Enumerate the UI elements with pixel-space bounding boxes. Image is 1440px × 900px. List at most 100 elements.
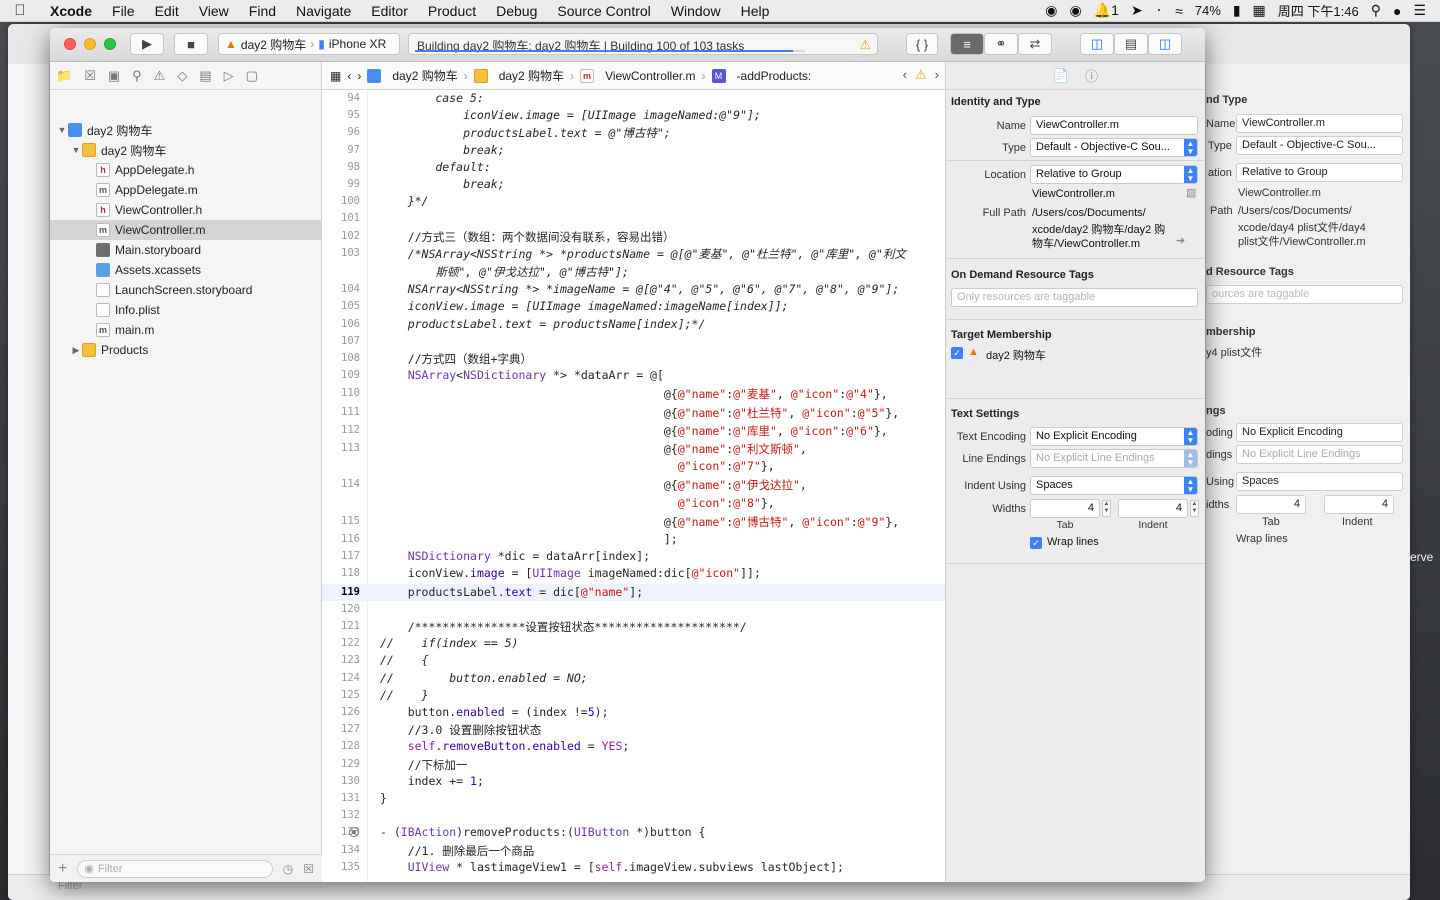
navigator-item[interactable]: ▼ day2 购物车 xyxy=(50,140,322,160)
toggle-debug-button[interactable]: ▤ xyxy=(1114,33,1148,55)
menu-navigate[interactable]: Navigate xyxy=(286,3,361,19)
code-line[interactable]: 109 NSArray<NSDictionary *> *dataArr = @… xyxy=(322,367,945,385)
folder-icon[interactable]: 📁 xyxy=(56,68,72,84)
stop-button[interactable]: ■ xyxy=(174,33,208,55)
wifi-icon[interactable]: ≈ xyxy=(1175,3,1183,19)
navigator-item[interactable]: ▼ day2 购物车 xyxy=(50,120,322,140)
code-line[interactable]: 127 //3.0 设置删除按钮状态 xyxy=(322,721,945,738)
menu-find[interactable]: Find xyxy=(239,3,286,19)
code-line[interactable]: 斯顿", @"伊戈达拉", @"博古特"]; xyxy=(322,263,945,281)
navigator-item[interactable]: Info.plist xyxy=(50,300,322,320)
code-line[interactable]: 110 @{@"name":@"麦基", @"icon":@"4"}, xyxy=(322,385,945,403)
resource-tags-field[interactable]: Only resources are taggable xyxy=(951,288,1198,307)
text-encoding-select[interactable]: No Explicit Encoding ▲ ▼ xyxy=(1030,427,1198,446)
zoom-button[interactable] xyxy=(104,38,116,50)
tab-width-field[interactable]: 4 xyxy=(1030,499,1100,518)
navigator-item[interactable]: LaunchScreen.storyboard xyxy=(50,280,322,300)
siri-icon[interactable]: ● xyxy=(1393,3,1401,19)
spotlight-search-icon[interactable]: ⚲ xyxy=(1371,2,1381,19)
reveal-in-finder-icon[interactable]: ➜ xyxy=(1176,234,1185,247)
code-line[interactable]: 94 case 5: xyxy=(322,90,945,107)
menu-source-control[interactable]: Source Control xyxy=(547,3,660,19)
clock[interactable]: 周四 下午1:46 xyxy=(1278,1,1359,20)
apple-menu-icon[interactable]:  xyxy=(0,2,40,19)
scm-filter-icon[interactable]: ☒ xyxy=(303,862,314,876)
navigator-item[interactable]: h ViewController.h xyxy=(50,200,322,220)
warning-icon[interactable]: ⚠ xyxy=(859,37,871,53)
menu-debug[interactable]: Debug xyxy=(486,3,547,19)
add-icon[interactable]: + xyxy=(58,860,67,878)
notification-icon[interactable]: 🔔1 xyxy=(1094,2,1119,19)
code-area[interactable]: 94 case 5: 95 iconView.image = [UIImage i… xyxy=(322,90,945,882)
code-line[interactable]: 121 /****************设置按钮状态*************… xyxy=(322,618,945,635)
code-line[interactable]: 125 // } xyxy=(322,687,945,704)
code-line[interactable]: 133- (IBAction)removeProducts:(UIButton … xyxy=(322,824,945,841)
test-icon[interactable]: ◇ xyxy=(177,68,187,84)
folder-icon[interactable]: ▧ xyxy=(1186,186,1196,199)
code-line[interactable]: 116 ]; xyxy=(322,531,945,548)
minimize-button[interactable] xyxy=(84,38,96,50)
code-line[interactable]: 129 //下标加一 xyxy=(322,756,945,773)
code-line[interactable]: 117 NSDictionary *dic = dataArr[index]; xyxy=(322,548,945,565)
menu-editor[interactable]: Editor xyxy=(361,3,418,19)
line-endings-select[interactable]: No Explicit Line Endings ▲ ▼ xyxy=(1030,449,1198,468)
forward-arrow-icon[interactable]: › xyxy=(357,69,361,83)
issue-icon[interactable]: ⚠ xyxy=(154,68,166,84)
code-line[interactable]: 124 // button.enabled = NO; xyxy=(322,670,945,687)
scheme-selector[interactable]: ▲ day2 购物车 › ▮ iPhone XR xyxy=(218,33,400,55)
indent-width-field[interactable]: 4 xyxy=(1118,499,1188,518)
navigator-item[interactable]: Main.storyboard xyxy=(50,240,322,260)
code-line[interactable]: 128 self.removeButton.enabled = YES; xyxy=(322,738,945,755)
related-items-icon[interactable]: ▦ xyxy=(330,69,341,83)
run-button[interactable]: ▶ xyxy=(130,33,164,55)
navigator-item[interactable]: m ViewController.m xyxy=(50,220,322,240)
menu-app-name[interactable]: Xcode xyxy=(40,3,102,19)
next-issue-icon[interactable]: › xyxy=(935,67,939,83)
code-line[interactable]: 100 }*/ xyxy=(322,193,945,210)
menu-edit[interactable]: Edit xyxy=(145,3,189,19)
crumb-group[interactable]: day2 购物车 xyxy=(499,67,564,84)
crumb-file[interactable]: ViewController.m xyxy=(605,69,695,83)
code-line[interactable]: 123 // { xyxy=(322,652,945,669)
library-button[interactable]: { } xyxy=(906,33,938,55)
version-editor-button[interactable]: ⇄ xyxy=(1018,33,1052,55)
battery-icon[interactable]: ▮ xyxy=(1233,2,1241,19)
code-line[interactable]: 115 @{@"name":@"博古特", @"icon":@"9"}, xyxy=(322,513,945,531)
tab-width-stepper[interactable]: ▲ ▼ xyxy=(1102,500,1111,517)
disclosure-open-icon[interactable]: ▼ xyxy=(56,125,68,135)
close-button[interactable] xyxy=(64,38,76,50)
code-line[interactable]: 126 button.enabled = (index !=5); xyxy=(322,704,945,721)
source-control-icon[interactable]: ☒ xyxy=(84,68,96,84)
report-icon[interactable]: ▢ xyxy=(246,68,258,84)
input-method-icon[interactable]: ▦ xyxy=(1253,2,1266,19)
code-line[interactable]: 101 xyxy=(322,210,945,227)
wrap-lines-checkbox[interactable]: ✓ xyxy=(1030,537,1042,549)
menu-product[interactable]: Product xyxy=(418,3,486,19)
navigator-item[interactable]: m AppDelegate.m xyxy=(50,180,322,200)
navigator-item[interactable]: h AppDelegate.h xyxy=(50,160,322,180)
code-line[interactable]: 134 //1. 删除最后一个商品 xyxy=(322,842,945,859)
location-select[interactable]: Relative to Group ▲ ▼ xyxy=(1030,165,1198,184)
disclosure-open-icon[interactable]: ▼ xyxy=(70,145,82,155)
previous-issue-icon[interactable]: ‹ xyxy=(903,67,907,83)
navigator-item[interactable]: ▶ Products xyxy=(50,340,322,360)
code-line[interactable]: @"icon":@"7"}, xyxy=(322,458,945,476)
code-line[interactable]: 96 productsLabel.text = @"博古特"; xyxy=(322,124,945,141)
code-line[interactable]: 118 iconView.image = [UIImage imageNamed… xyxy=(322,565,945,583)
disclosure-closed-icon[interactable]: ▶ xyxy=(70,345,82,356)
record-icon[interactable]: ◉ xyxy=(1045,2,1057,19)
code-line[interactable]: 120 xyxy=(322,601,945,618)
code-line[interactable]: 108 //方式四（数组+字典） xyxy=(322,350,945,367)
code-line[interactable]: 97 break; xyxy=(322,142,945,159)
warning-icon[interactable]: ⚠ xyxy=(915,67,927,83)
type-select[interactable]: Default - Objective-C Sou... ▲ ▼ xyxy=(1030,138,1198,157)
name-field[interactable]: ViewController.m xyxy=(1030,116,1198,135)
recent-files-icon[interactable]: ◷ xyxy=(283,862,293,876)
menu-window[interactable]: Window xyxy=(661,3,731,19)
assistant-editor-button[interactable]: ⚭ xyxy=(984,33,1018,55)
code-line[interactable]: 102 //方式三（数组：两个数据间没有联系，容易出错） xyxy=(322,228,945,245)
file-inspector-icon[interactable]: 📄 xyxy=(1053,68,1069,84)
code-line[interactable]: 95 iconView.image = [UIImage imageNamed:… xyxy=(322,107,945,124)
debug-icon[interactable]: ▤ xyxy=(199,68,211,84)
indent-using-select[interactable]: Spaces ▲ ▼ xyxy=(1030,476,1198,495)
